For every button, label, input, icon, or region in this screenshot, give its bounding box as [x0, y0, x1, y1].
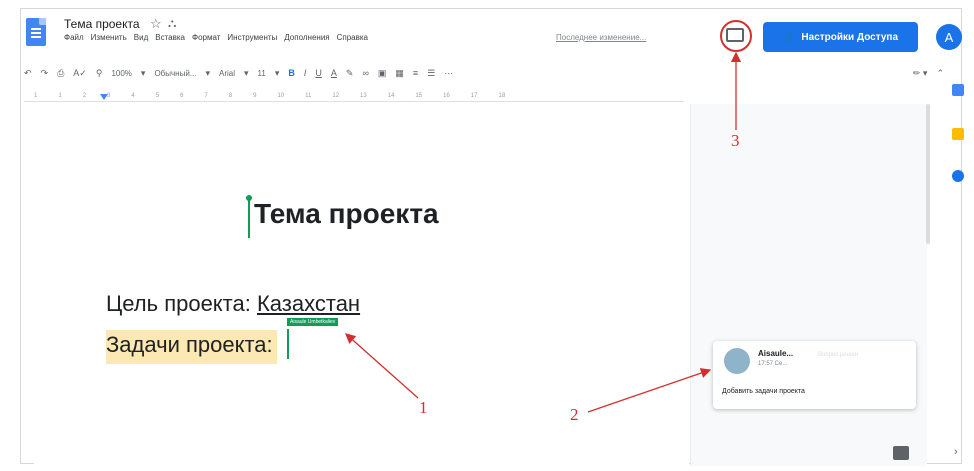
- spellcheck-icon[interactable]: A✓: [73, 68, 87, 79]
- person-icon: 👤: [782, 31, 796, 43]
- goal-value: Казахстан: [256, 291, 361, 316]
- line-spacing-icon[interactable]: ☰: [427, 68, 435, 79]
- resolve-button[interactable]: Вопрос решен: [818, 352, 858, 358]
- document-page[interactable]: [34, 104, 689, 466]
- insert-image-icon[interactable]: ▦: [395, 68, 404, 79]
- chevron-down-icon: ▾: [274, 67, 280, 78]
- chevron-down-icon: ▾: [205, 67, 210, 78]
- link-icon[interactable]: ∞: [362, 68, 368, 78]
- ruler-mark: 9: [253, 92, 257, 99]
- ruler-mark: 14: [387, 92, 395, 99]
- menu-help[interactable]: Справка: [337, 33, 368, 42]
- menu-format[interactable]: Формат: [192, 33, 220, 42]
- collapse-menu-icon[interactable]: ⌃: [936, 68, 944, 79]
- highlight-icon[interactable]: ✎: [346, 68, 354, 79]
- menu-addons[interactable]: Дополнения: [284, 33, 329, 42]
- editing-mode-icon[interactable]: ✏ ▾: [913, 68, 928, 79]
- menu-file[interactable]: Файл: [64, 33, 84, 42]
- comment-time: 17:57 Се...: [758, 361, 788, 367]
- menu-bar: Файл Изменить Вид Вставка Формат Инструм…: [64, 33, 368, 42]
- menu-insert[interactable]: Вставка: [155, 33, 185, 42]
- collaborator-cursor: [246, 195, 252, 238]
- keep-icon[interactable]: [952, 128, 964, 140]
- underline-icon[interactable]: U: [315, 68, 322, 78]
- ruler-mark: 1: [34, 92, 38, 99]
- calendar-icon[interactable]: [952, 84, 964, 96]
- ruler-mark: 5: [155, 92, 160, 99]
- comment-text: Добавить задачи проекта: [722, 388, 805, 395]
- document-line-goal: Цель проекта: Казахстан: [106, 291, 360, 317]
- redo-icon[interactable]: ↷: [41, 68, 49, 79]
- annotation-number-2: 2: [570, 405, 579, 424]
- undo-icon[interactable]: ↶: [24, 68, 32, 79]
- document-heading: Тема проекта: [254, 198, 439, 229]
- expand-panel-icon[interactable]: ›: [954, 446, 958, 458]
- collaborator-cursor: [287, 329, 289, 359]
- ruler-mark: 1: [58, 92, 62, 99]
- chevron-down-icon: ▾: [244, 67, 249, 78]
- comment-avatar: [724, 348, 750, 374]
- ruler-mark: 18: [498, 92, 506, 99]
- add-comment-icon[interactable]: ▣: [378, 68, 387, 79]
- ruler-mark: 4: [131, 92, 135, 99]
- indent-marker[interactable]: [100, 94, 108, 100]
- annotation-circle: [720, 20, 752, 52]
- align-icon[interactable]: ≡: [413, 68, 418, 78]
- scrollbar[interactable]: [926, 104, 930, 244]
- ruler-mark: 16: [443, 92, 450, 99]
- comment-gutter: [690, 104, 927, 466]
- ruler-mark: 2: [82, 92, 87, 99]
- menu-edit[interactable]: Изменить: [91, 33, 127, 42]
- zoom-select[interactable]: 100%: [111, 69, 131, 78]
- last-edit-link[interactable]: Последнее изменение...: [556, 33, 646, 42]
- italic-icon[interactable]: I: [304, 68, 307, 78]
- text-color-icon[interactable]: A: [331, 68, 337, 78]
- move-to-drive-icon[interactable]: ⛬: [168, 16, 176, 31]
- font-select[interactable]: Arial: [219, 69, 235, 78]
- ruler-mark: 12: [332, 92, 340, 99]
- star-icon[interactable]: ☆: [150, 16, 162, 32]
- annotation-number-1: 1: [419, 398, 428, 417]
- ruler[interactable]: 1 1 2 3 4 5 6 7 8 9 10 11 12 13 14 15 16…: [24, 90, 684, 102]
- collaborator-name-flag: Aisaule Umbetkaliev: [287, 318, 339, 326]
- ruler-mark: 8: [228, 92, 233, 99]
- comment-author: Aisaule...: [758, 349, 794, 358]
- annotation-number-3: 3: [731, 131, 740, 150]
- account-avatar[interactable]: A: [936, 24, 962, 50]
- print-icon[interactable]: ⎙: [57, 68, 64, 79]
- ruler-mark: 6: [180, 92, 184, 99]
- more-icon[interactable]: ⋯: [444, 68, 453, 79]
- docs-logo-icon[interactable]: [26, 18, 46, 46]
- share-label: Настройки Доступа: [801, 31, 899, 43]
- ruler-mark: 17: [470, 92, 478, 99]
- style-select[interactable]: Обычный...: [154, 69, 196, 78]
- side-panel: ›: [944, 70, 974, 470]
- document-title[interactable]: Тема проекта: [64, 17, 140, 31]
- toolbar: ↶ ↷ ⎙ A✓ ⚲ 100% ▾ Обычный... ▾ Arial ▾ 1…: [24, 62, 944, 84]
- paint-format-icon[interactable]: ⚲: [96, 68, 103, 79]
- ruler-mark: 7: [204, 92, 208, 99]
- chevron-down-icon: ▾: [140, 67, 146, 78]
- tasks-icon[interactable]: [952, 170, 964, 182]
- ruler-mark: 15: [415, 92, 423, 99]
- goal-label: Цель проекта:: [106, 291, 257, 316]
- ruler-mark: 10: [277, 92, 285, 99]
- ruler-mark: 11: [305, 92, 312, 99]
- menu-view[interactable]: Вид: [134, 33, 148, 42]
- commented-text[interactable]: Задачи проекта:: [106, 330, 277, 364]
- bold-icon[interactable]: B: [288, 68, 295, 78]
- explore-icon[interactable]: [893, 446, 909, 460]
- ruler-mark: 13: [360, 92, 367, 99]
- share-button[interactable]: 👤 Настройки Доступа: [763, 22, 918, 52]
- menu-tools[interactable]: Инструменты: [227, 33, 277, 42]
- font-size-select[interactable]: 11: [258, 69, 266, 78]
